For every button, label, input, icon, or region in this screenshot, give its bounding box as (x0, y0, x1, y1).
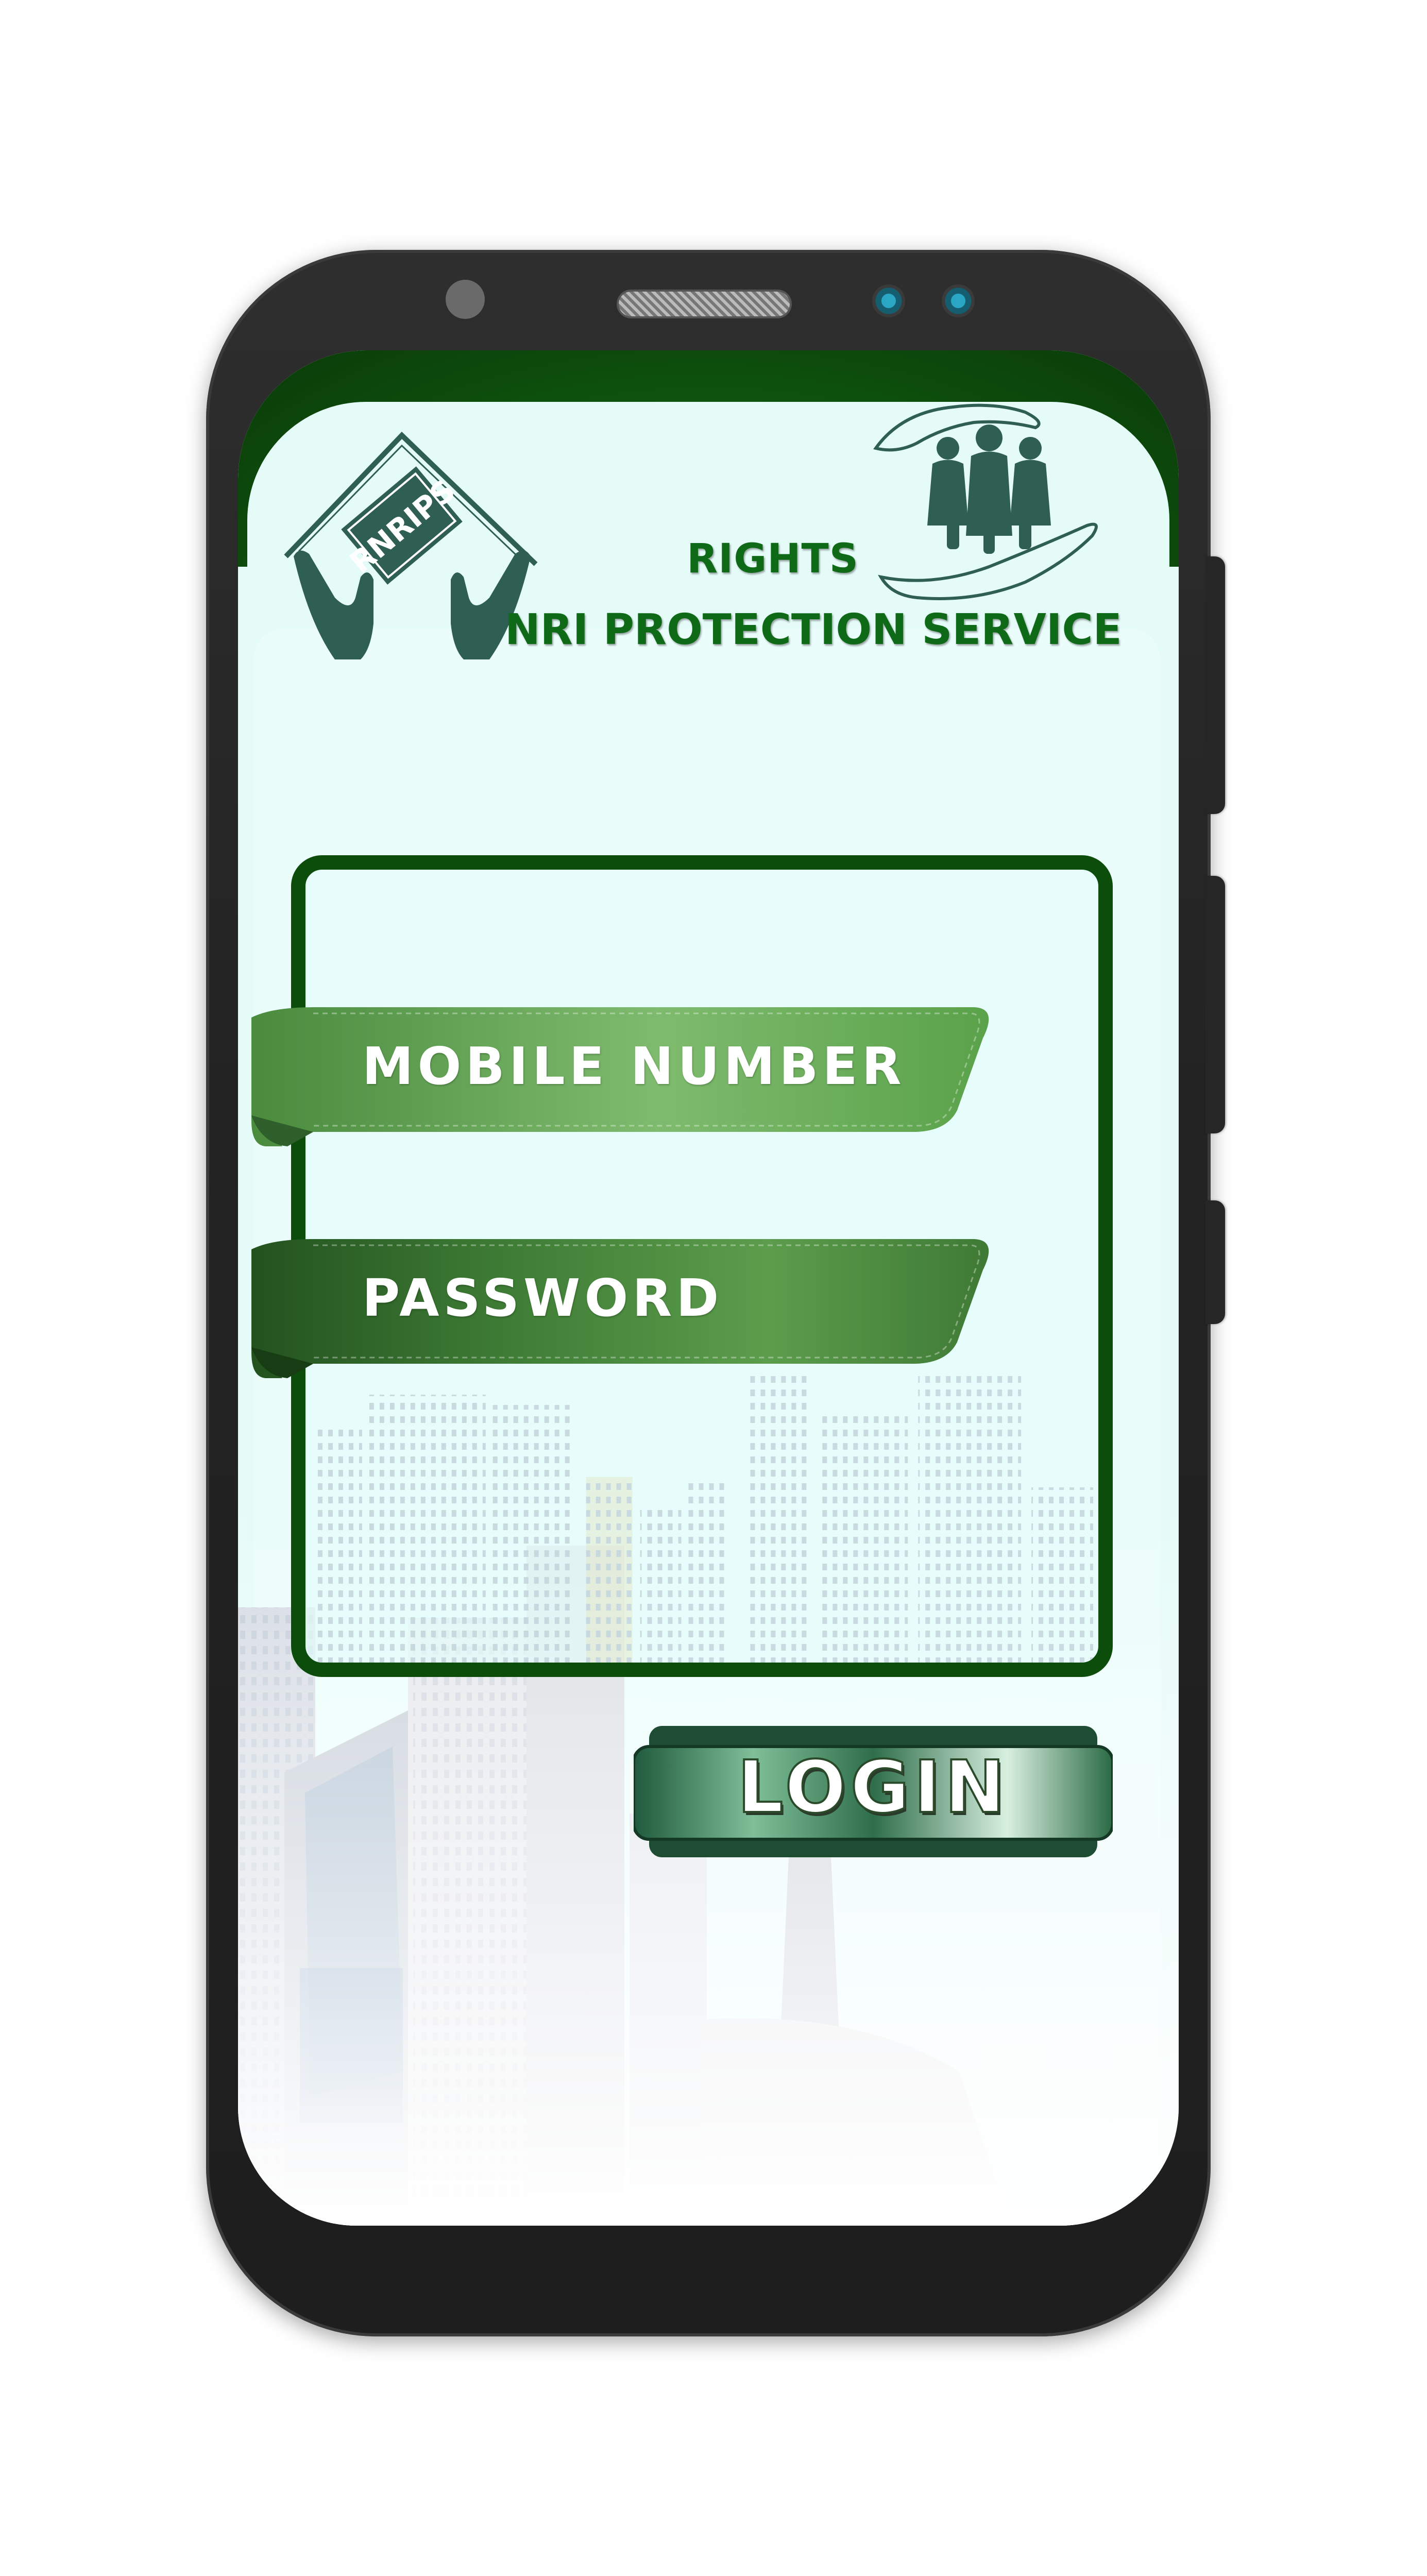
mobile-number-field[interactable]: MOBILE NUMBER (251, 997, 993, 1146)
password-field[interactable]: PASSWORD (251, 1229, 993, 1378)
side-button-lower (1205, 1200, 1225, 1324)
sensor-icon (872, 284, 905, 317)
side-button-upper (1205, 556, 1225, 814)
password-label: PASSWORD (362, 1268, 723, 1328)
side-button-middle (1205, 876, 1225, 1133)
rights-title: RIGHTS (687, 536, 859, 582)
stage: RNRIPS RIGHTS NRI PROTECTION SERVICE MOB… (0, 0, 1427, 2576)
mobile-number-label: MOBILE NUMBER (362, 1036, 906, 1096)
earpiece-speaker (617, 290, 792, 318)
login-button[interactable]: LOGIN (634, 1726, 1113, 1860)
form-skyline-background (315, 1374, 1094, 1663)
sensor-icon (942, 284, 975, 317)
family-in-hands-icon (873, 403, 1098, 600)
login-label: LOGIN (736, 1744, 1009, 1831)
service-title: NRI PROTECTION SERVICE (505, 605, 1122, 654)
front-camera-icon (446, 280, 485, 319)
